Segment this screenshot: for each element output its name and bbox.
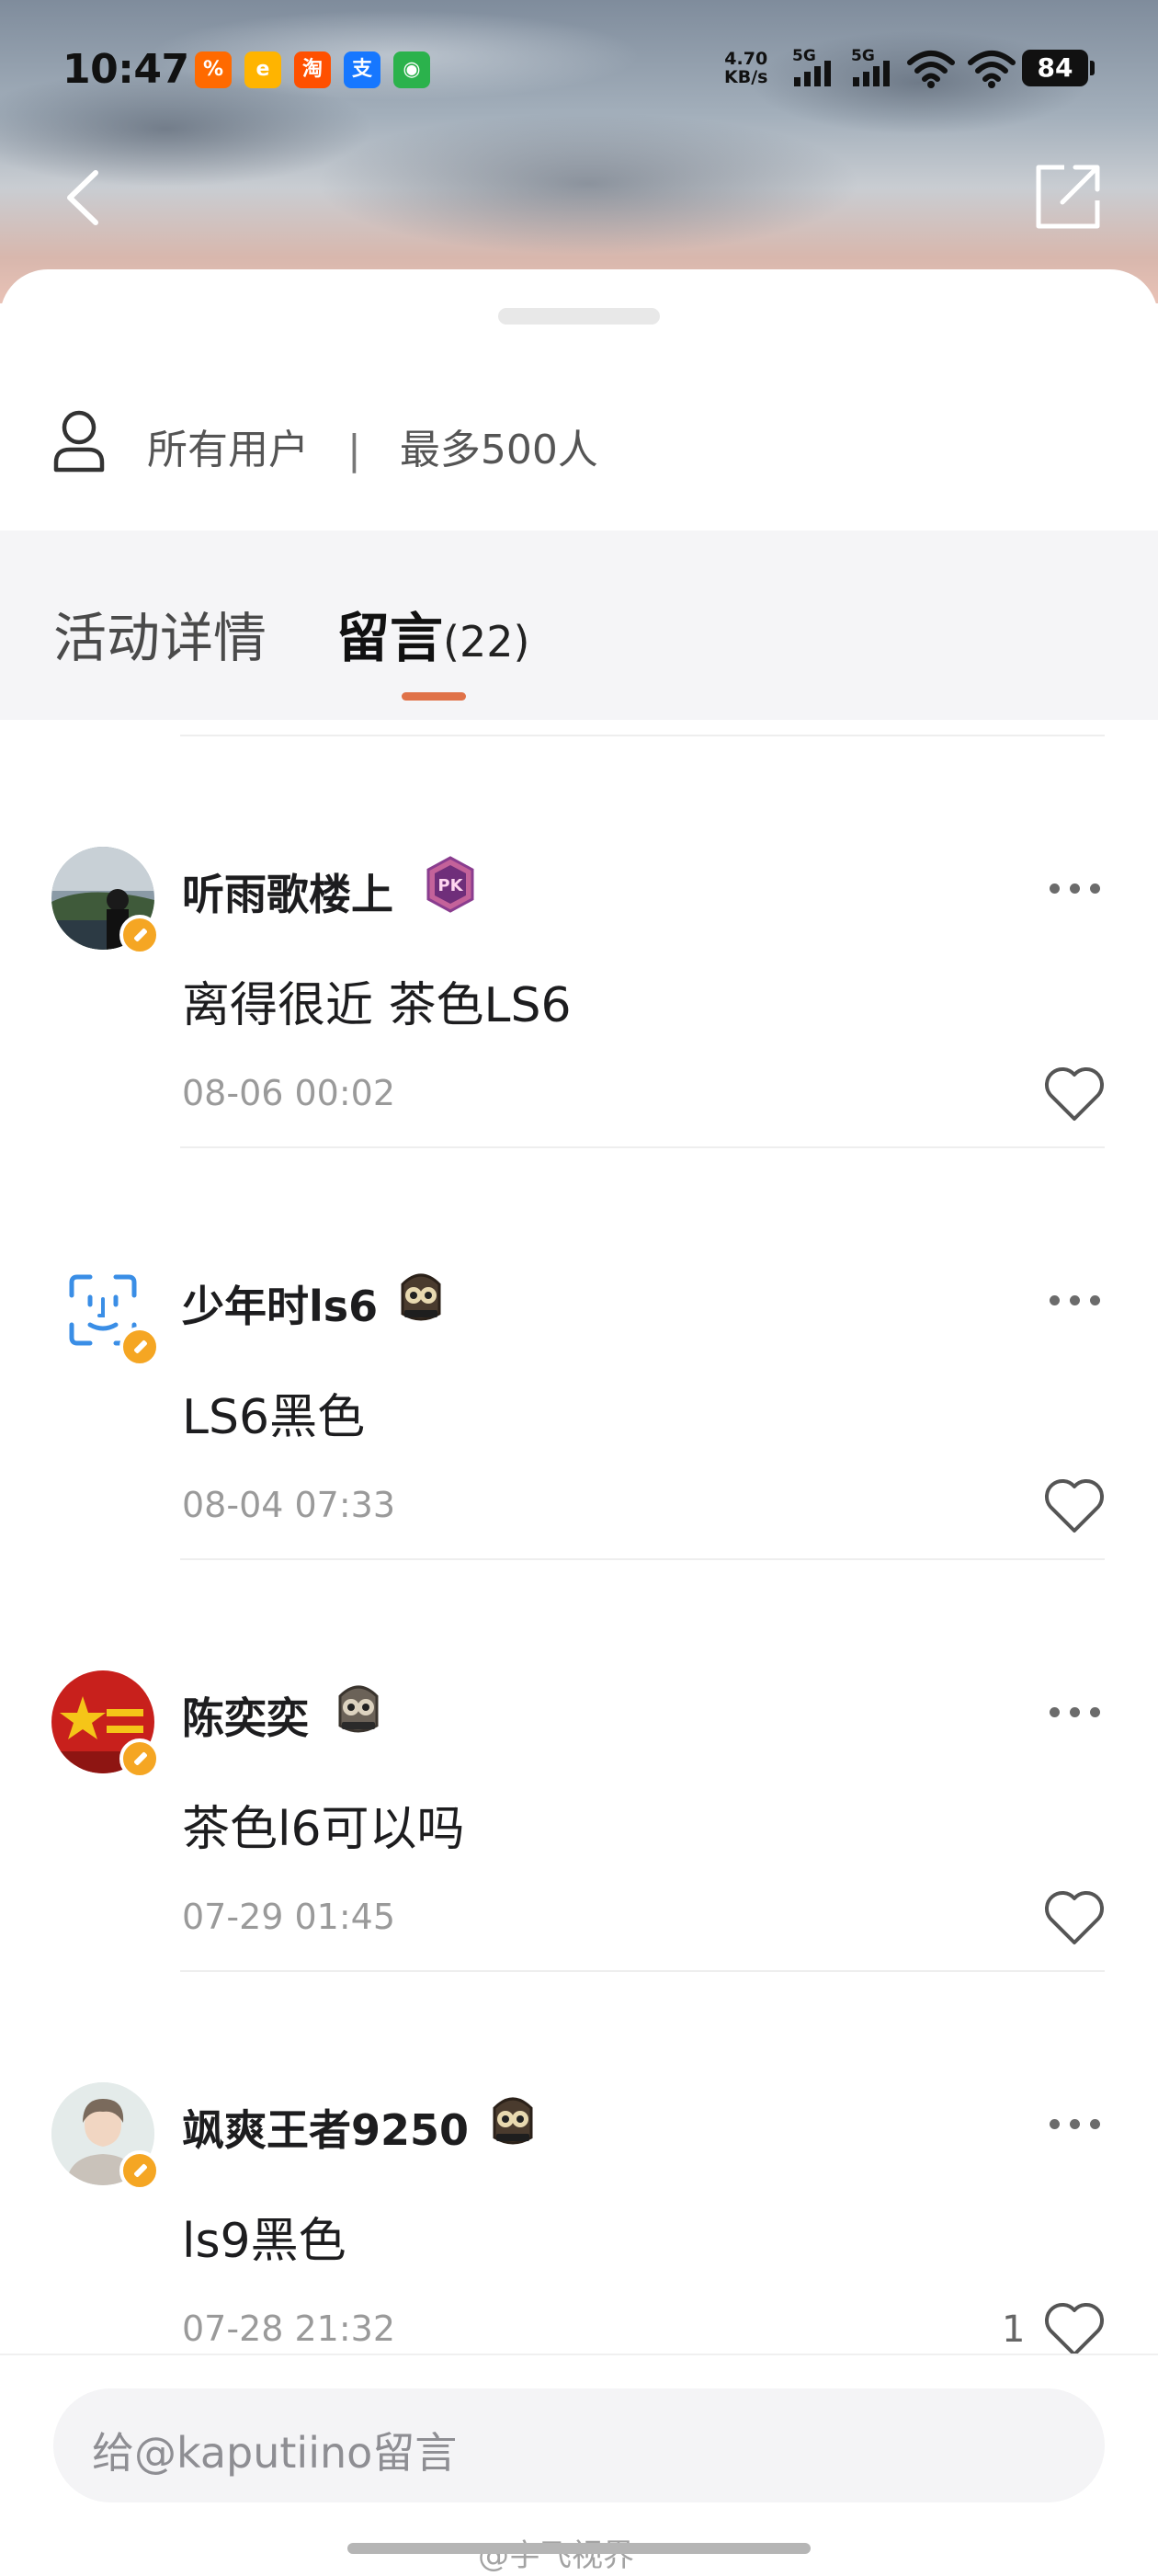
battery-indicator: 84 [1022,50,1088,86]
owl-medal-icon [338,1685,379,1733]
comment-list: 听雨歌楼上 PK 离得很近 茶色LS6 08-06 00:02 少年时ls6 L… [0,720,1158,2455]
svg-text:5G: 5G [792,47,816,65]
status-time: 10:47 [62,46,189,93]
wifi-icon [907,51,955,88]
more-options-button[interactable] [1050,880,1101,898]
shopping-app-icon: e [244,51,281,88]
owl-medal-icon [493,2097,533,2145]
tab-messages-count: (22) [443,617,530,667]
heart-icon[interactable] [1042,1064,1107,1124]
network-speed-unit: KB/s [724,67,768,87]
tab-bar: 活动详情 留言(22) [0,530,1158,720]
comment-timestamp: 07-29 01:45 [182,1897,396,1937]
comment-divider [180,735,1105,736]
comment-input-placeholder: 给@kaputiino留言 [92,2428,458,2478]
svg-text:PK: PK [437,876,463,895]
comment-text: 茶色l6可以吗 [182,1802,465,1857]
more-options-button[interactable] [1050,1704,1101,1722]
comment-timestamp: 08-06 00:02 [182,1073,396,1113]
comment-timestamp: 08-04 07:33 [182,1485,396,1525]
chevron-left-icon [67,170,98,225]
signal-icon-sim2: 5G [851,47,890,86]
audience-scope: 所有用户 [147,427,309,473]
back-button[interactable] [61,165,107,230]
comment-divider [180,1558,1105,1560]
verified-badge-icon [119,1327,160,1367]
network-speed-value: 4.70 [724,49,768,69]
verified-badge-icon [119,915,160,955]
taobao-icon: 淘 [294,51,331,88]
comment-item: 听雨歌楼上 PK 离得很近 茶色LS6 08-06 00:02 [0,826,1158,1238]
chat-app-icon: ◉ [393,51,430,88]
comment-text: ls9黑色 [182,2214,346,2269]
header-background: 10:47 % e 淘 支 ◉ 4.70 KB/s 5G 5G 84 [0,0,1158,303]
comment-text: 离得很近 茶色LS6 [182,978,572,1033]
taobao-flash-icon: % [195,51,232,88]
share-external-icon [1036,165,1100,229]
comment-timestamp: 07-28 21:32 [182,2308,396,2349]
status-bar: 10:47 % e 淘 支 ◉ 4.70 KB/s 5G 5G 84 [0,37,1158,110]
home-indicator[interactable] [347,2543,811,2554]
heart-icon[interactable] [1042,1887,1107,1948]
active-tab-indicator [402,692,466,701]
more-options-button[interactable] [1050,2115,1101,2134]
audience-divider: | [347,427,361,473]
tab-activity-details[interactable]: 活动详情 [53,595,267,672]
share-button[interactable] [1033,162,1103,232]
owl-medal-icon [401,1273,441,1321]
comment-item: 陈奕奕 茶色l6可以吗 07-29 01:45 [0,1650,1158,2062]
sheet-drag-handle[interactable] [498,308,660,325]
comment-item: 少年时ls6 LS6黑色 08-04 07:33 [0,1238,1158,1650]
comment-divider [180,1970,1105,1972]
verified-badge-icon [119,1738,160,1779]
username[interactable]: 飒爽王者9250 [182,2097,469,2158]
audience-limit: 最多500人 [399,427,598,473]
comment-text: LS6黑色 [182,1390,366,1445]
bottom-sheet: 所有用户 | 最多500人 活动详情 留言(22) 听雨歌楼上 PK 离得很近 … [0,269,1158,2574]
heart-icon[interactable] [1042,2299,1107,2360]
pk-medal-icon: PK [426,856,474,913]
audience-info: 所有用户 | 最多500人 [51,409,598,473]
username[interactable]: 陈奕奕 [182,1685,309,1746]
tab-messages-label: 留言 [336,607,444,669]
network-speed: 4.70 KB/s [724,50,767,86]
wifi-icon-secondary [968,51,1016,88]
audience-text: 所有用户 | 最多500人 [147,416,598,475]
username[interactable]: 听雨歌楼上 [182,861,393,922]
comment-input-bar: 给@kaputiino留言 @宇飞视界 [0,2354,1158,2576]
signal-icon-sim1: 5G [792,47,831,86]
battery-tip [1090,61,1095,75]
heart-icon[interactable] [1042,1476,1107,1536]
svg-text:5G: 5G [851,47,875,65]
alipay-icon: 支 [344,51,380,88]
more-options-button[interactable] [1050,1292,1101,1310]
like-count: 1 [1002,2308,1026,2351]
verified-badge-icon [119,2150,160,2191]
username[interactable]: 少年时ls6 [182,1273,378,1334]
comment-divider [180,1146,1105,1148]
tab-messages[interactable]: 留言(22) [336,595,529,672]
user-outline-icon [53,410,105,473]
comment-input[interactable]: 给@kaputiino留言 [53,2388,1105,2502]
